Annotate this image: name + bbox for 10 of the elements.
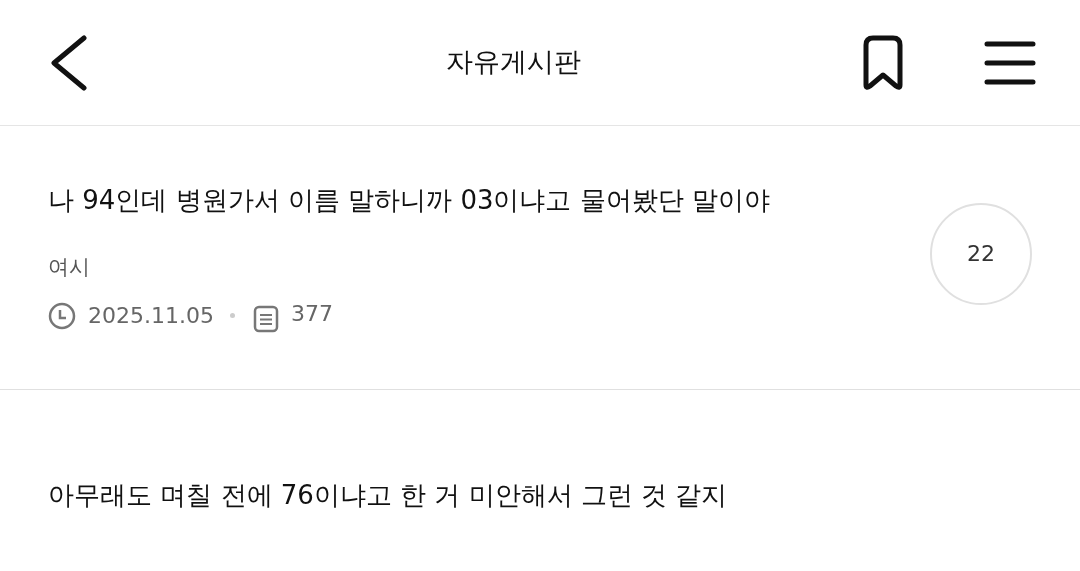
page-title: 자유게시판 <box>445 45 581 80</box>
post-date: 2025.11.05 <box>88 302 214 331</box>
back-icon[interactable] <box>48 34 88 91</box>
document-icon <box>252 304 279 333</box>
post-body-text: 아무래도 며칠 전에 76이냐고 한 거 미안해서 그런 것 같지 <box>48 479 729 512</box>
clock-icon <box>48 301 76 330</box>
comment-count[interactable]: 22 <box>930 202 1032 305</box>
post-title[interactable]: 나 94인데 병원가서 이름 말하니까 03이냐고 물어봤단 말이야 <box>48 180 930 220</box>
view-count: 377 <box>290 300 333 329</box>
author-name: 여시 <box>48 253 91 281</box>
